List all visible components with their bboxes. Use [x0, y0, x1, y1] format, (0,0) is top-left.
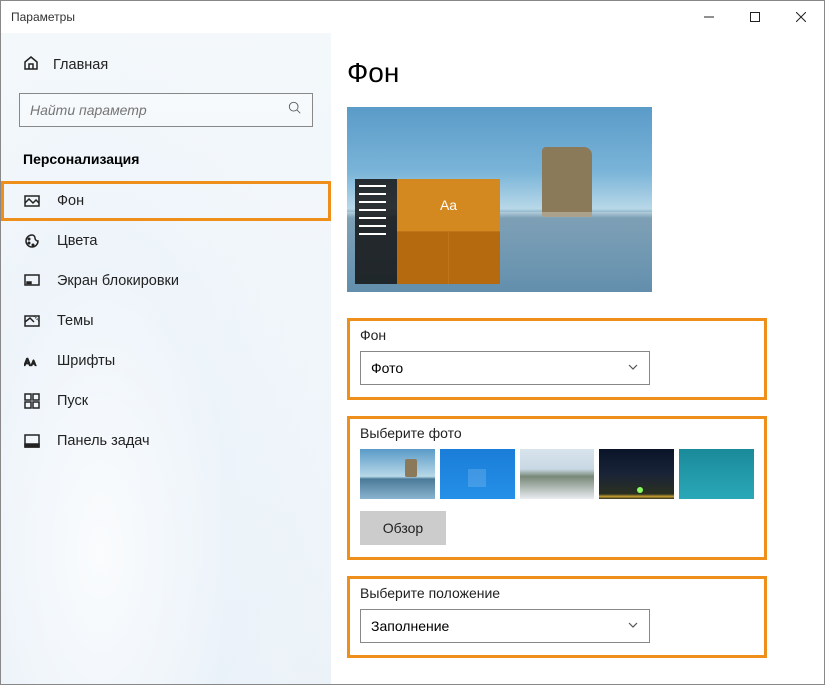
- preview-tile-text: Aa: [397, 179, 500, 231]
- window-title: Параметры: [11, 10, 75, 24]
- sidebar: Главная Персонализация Фон Цвета Э: [1, 33, 331, 684]
- choose-photo-label: Выберите фото: [360, 425, 754, 441]
- dropdown-value: Фото: [371, 360, 403, 376]
- fit-dropdown[interactable]: Заполнение: [360, 609, 650, 643]
- nav-label: Фон: [57, 193, 84, 209]
- svg-text:A: A: [24, 357, 31, 368]
- background-dropdown-section: Фон Фото: [347, 318, 767, 400]
- nav-label: Пуск: [57, 393, 88, 409]
- search-input[interactable]: [30, 102, 288, 118]
- photo-thumbnail-2[interactable]: [440, 449, 515, 499]
- chevron-down-icon: [626, 360, 639, 376]
- sidebar-item-lockscreen[interactable]: Экран блокировки: [1, 261, 331, 301]
- maximize-button[interactable]: [732, 1, 778, 33]
- window-controls: [686, 1, 824, 33]
- taskbar-icon: [23, 433, 41, 449]
- close-button[interactable]: [778, 1, 824, 33]
- photo-thumbnail-1[interactable]: [360, 449, 435, 499]
- search-box[interactable]: [19, 93, 313, 127]
- nav-label: Темы: [57, 313, 94, 329]
- dropdown-value: Заполнение: [371, 618, 449, 634]
- start-menu-preview: Aa: [355, 179, 500, 284]
- sidebar-item-background[interactable]: Фон: [1, 181, 331, 221]
- choose-photo-section: Выберите фото Обзор: [347, 416, 767, 560]
- lockscreen-icon: [23, 273, 41, 289]
- photo-thumbnail-4[interactable]: [599, 449, 674, 499]
- page-title: Фон: [347, 57, 788, 89]
- nav-label: Панель задач: [57, 433, 150, 449]
- sidebar-item-colors[interactable]: Цвета: [1, 221, 331, 261]
- home-label: Главная: [53, 57, 108, 73]
- sidebar-item-taskbar[interactable]: Панель задач: [1, 421, 331, 461]
- nav-label: Цвета: [57, 233, 97, 249]
- nav-label: Шрифты: [57, 353, 115, 369]
- home-icon: [23, 55, 39, 75]
- chevron-down-icon: [626, 618, 639, 634]
- picture-icon: [23, 193, 41, 209]
- sidebar-item-fonts[interactable]: AA Шрифты: [1, 341, 331, 381]
- titlebar: Параметры: [1, 1, 824, 33]
- background-type-dropdown[interactable]: Фото: [360, 351, 650, 385]
- settings-window: Параметры Главная Персонализация: [0, 0, 825, 685]
- content-area: Главная Персонализация Фон Цвета Э: [1, 33, 824, 684]
- browse-button[interactable]: Обзор: [360, 511, 446, 545]
- nav-label: Экран блокировки: [57, 273, 179, 289]
- start-icon: [23, 393, 41, 409]
- home-button[interactable]: Главная: [1, 43, 331, 87]
- desktop-preview: Aa: [347, 107, 652, 292]
- fonts-icon: AA: [23, 353, 41, 369]
- photo-thumbnail-5[interactable]: [679, 449, 754, 499]
- sidebar-item-start[interactable]: Пуск: [1, 381, 331, 421]
- sidebar-item-themes[interactable]: Темы: [1, 301, 331, 341]
- svg-text:A: A: [31, 359, 36, 367]
- photo-thumbnail-3[interactable]: [520, 449, 595, 499]
- fit-section: Выберите положение Заполнение: [347, 576, 767, 658]
- section-title: Персонализация: [1, 145, 331, 181]
- palette-icon: [23, 233, 41, 249]
- background-label: Фон: [360, 327, 754, 343]
- photo-thumbnails: [360, 449, 754, 499]
- search-icon: [288, 101, 302, 120]
- minimize-button[interactable]: [686, 1, 732, 33]
- themes-icon: [23, 313, 41, 329]
- main-panel: Фон Aa Фон Фото: [331, 33, 824, 684]
- fit-label: Выберите положение: [360, 585, 754, 601]
